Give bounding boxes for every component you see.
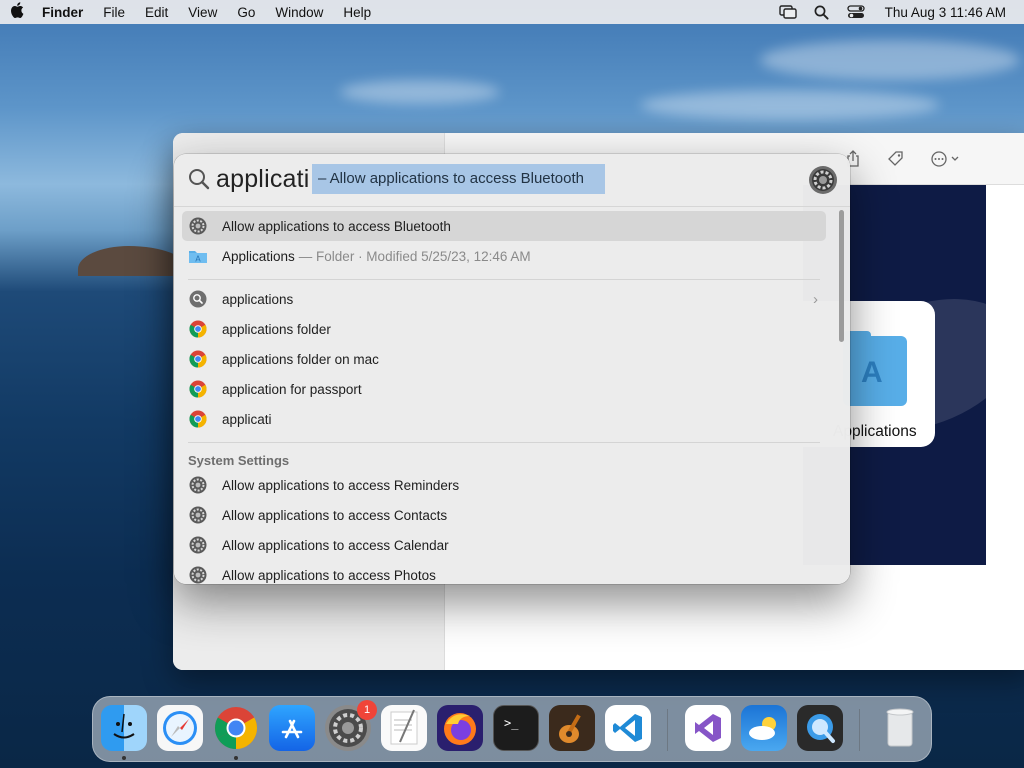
results-divider (188, 442, 820, 443)
suggestion-label: application for passport (222, 381, 362, 397)
apple-logo-icon[interactable] (0, 2, 34, 22)
desktop-cloud (340, 80, 500, 104)
terminal-icon[interactable]: >_ (493, 705, 539, 751)
safari-icon[interactable] (157, 705, 203, 751)
system-settings-icon (188, 475, 208, 495)
svg-text:>_: >_ (504, 716, 519, 730)
trash-icon[interactable] (877, 705, 923, 751)
result-label: Applications (222, 248, 295, 264)
suggestion-label: applicati (222, 411, 272, 427)
chrome-icon (188, 409, 208, 429)
suggestion-label: applications folder (222, 321, 331, 337)
setting-row[interactable]: Allow applications to access Reminders (182, 470, 826, 500)
section-heading-system-settings: System Settings (188, 453, 290, 468)
app-store-glyph-icon: A (861, 356, 883, 389)
garageband-icon[interactable] (549, 705, 595, 751)
running-indicator (234, 756, 238, 760)
menu-file[interactable]: File (93, 5, 135, 20)
menu-go[interactable]: Go (227, 5, 265, 20)
suggestion-row[interactable]: applicati (182, 404, 826, 434)
result-label: Allow applications to access Bluetooth (222, 218, 451, 234)
system-settings-icon (188, 216, 208, 236)
system-settings-icon (808, 165, 838, 195)
control-center-icon[interactable] (839, 5, 873, 19)
spotlight-panel: applicati – Allow applications to access… (174, 154, 850, 584)
suggestion-label: applications (222, 291, 294, 307)
menubar-clock[interactable]: Thu Aug 3 11:46 AM (873, 5, 1006, 20)
textedit-icon[interactable] (381, 705, 427, 751)
spotlight-query-text[interactable]: applicati (216, 165, 310, 194)
suggestion-row[interactable]: applications folder on mac (182, 344, 826, 374)
search-icon[interactable] (805, 5, 839, 20)
menu-finder[interactable]: Finder (34, 5, 93, 20)
screen-mirroring-icon[interactable] (771, 5, 805, 19)
results-scrollbar[interactable] (839, 210, 844, 342)
setting-label: Allow applications to access Photos (222, 567, 436, 583)
search-suggestion-icon (188, 289, 208, 309)
setting-row[interactable]: Allow applications to access Contacts (182, 500, 826, 530)
chrome-icon (188, 319, 208, 339)
finder-icon[interactable] (101, 705, 147, 751)
result-row[interactable]: A Applications — Folder · Modified 5/25/… (182, 241, 826, 271)
system-settings-icon (188, 535, 208, 555)
more-actions-icon[interactable] (927, 147, 967, 171)
quicktime-icon[interactable] (797, 705, 843, 751)
setting-row[interactable]: Allow applications to access Photos (182, 560, 826, 584)
chrome-icon (188, 379, 208, 399)
setting-label: Allow applications to access Contacts (222, 507, 448, 523)
tag-icon[interactable] (883, 147, 909, 171)
chrome-icon (188, 349, 208, 369)
svg-text:A: A (195, 255, 201, 264)
suggestion-row[interactable]: application for passport (182, 374, 826, 404)
result-row[interactable]: Allow applications to access Bluetooth (182, 211, 826, 241)
firefox-icon[interactable] (437, 705, 483, 751)
dock-separator (859, 709, 860, 751)
weather-icon[interactable] (741, 705, 787, 751)
running-indicator (122, 756, 126, 760)
suggestion-label: applications folder on mac (222, 351, 379, 367)
app-store-icon[interactable] (269, 705, 315, 751)
chevron-right-icon[interactable]: › (813, 291, 818, 308)
desktop-cloud (640, 90, 940, 120)
spotlight-search-bar[interactable]: applicati – Allow applications to access… (174, 154, 850, 207)
chrome-icon[interactable] (213, 705, 259, 751)
setting-label: Allow applications to access Reminders (222, 477, 460, 493)
search-icon (188, 168, 210, 190)
folder-icon: A (188, 246, 208, 266)
results-divider (188, 279, 820, 280)
spotlight-results: Allow applications to access Bluetooth A… (174, 208, 850, 584)
suggestion-row[interactable]: applications › (182, 284, 826, 314)
suggestion-row[interactable]: applications folder (182, 314, 826, 344)
system-settings-icon (188, 505, 208, 525)
system-settings-icon (188, 565, 208, 584)
notification-badge: 1 (357, 700, 377, 720)
menu-view[interactable]: View (178, 5, 227, 20)
setting-row[interactable]: Allow applications to access Calendar (182, 530, 826, 560)
menu-help[interactable]: Help (333, 5, 381, 20)
menu-window[interactable]: Window (265, 5, 333, 20)
menu-bar: Finder File Edit View Go Window Help Thu… (0, 0, 1024, 24)
desktop-island (78, 246, 188, 276)
vscode-icon[interactable] (605, 705, 651, 751)
spotlight-autocomplete[interactable]: – Allow applications to access Bluetooth (312, 164, 605, 194)
desktop-cloud (760, 40, 1020, 80)
visual-studio-icon[interactable] (685, 705, 731, 751)
dock-separator (667, 709, 668, 751)
setting-label: Allow applications to access Calendar (222, 537, 449, 553)
dock: 1 >_ (92, 696, 932, 762)
menu-edit[interactable]: Edit (135, 5, 178, 20)
result-meta: — Folder · Modified 5/25/23, 12:46 AM (298, 248, 531, 264)
